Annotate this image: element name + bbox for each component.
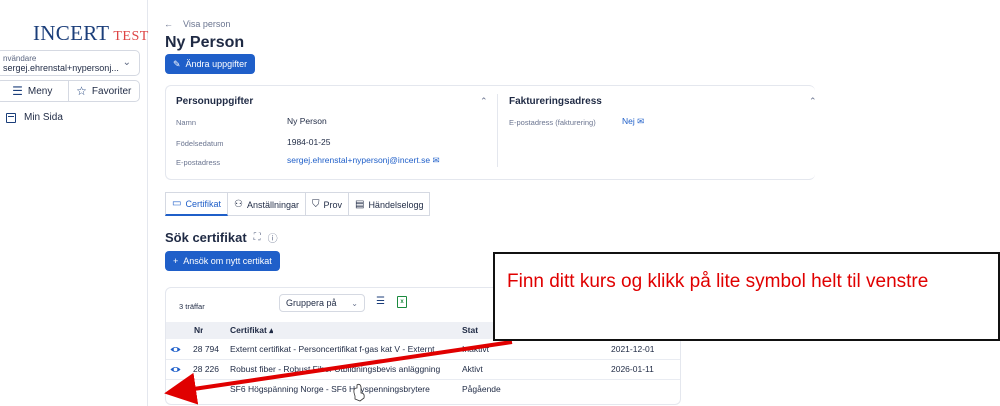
sidebar-item-min-sida[interactable]: Min Sida	[6, 112, 63, 123]
certificate-icon: ▭	[172, 198, 182, 209]
filter-icon[interactable]: ☰	[376, 296, 385, 307]
cell-date: 2021-12-01	[611, 344, 655, 354]
view-eye-icon[interactable]	[170, 344, 181, 355]
billing-email-label: E-postadress (fakturering)	[509, 118, 596, 127]
tab-certifikat[interactable]: ▭ Certifikat	[165, 192, 228, 216]
tab-label: Certifikat	[185, 198, 221, 209]
back-arrow-icon[interactable]: ←	[164, 19, 173, 29]
user-select[interactable]: nvändare sergej.ehrenstal+nypersonj... ⌄	[0, 50, 140, 76]
billing-email-value[interactable]: Nej ✉	[622, 116, 644, 127]
menu-label: Meny	[27, 85, 53, 97]
email-value: sergej.ehrenstal+nypersonj@incert.se	[287, 155, 431, 165]
cell-date: 2026-01-11	[611, 364, 654, 374]
sidebar: INCERT TEST nvändare sergej.ehrenstal+nyp…	[0, 0, 148, 406]
cell-certifikat: Externt certifikat - Personcertifikat f-…	[230, 344, 435, 354]
user-select-value: sergej.ehrenstal+nypersonj...	[3, 63, 119, 73]
cell-nr: 28 226	[193, 364, 219, 374]
billing-email-text: Nej	[622, 116, 635, 126]
search-heading-text: Sök certifikat	[165, 230, 247, 245]
chevron-down-icon: ⌄	[122, 57, 131, 68]
cell-status: Inaktivt	[462, 344, 489, 354]
tab-anstallningar[interactable]: ⚇ Anställningar	[227, 192, 306, 216]
edit-details-label: Ändra uppgifter	[185, 59, 248, 69]
favorites-label: Favoriter	[91, 85, 132, 97]
star-icon: ☆	[76, 84, 87, 98]
sidebar-item-label: Min Sida	[24, 112, 63, 123]
tab-handelselogg[interactable]: ▤ Händelselogg	[348, 192, 431, 216]
edit-details-button[interactable]: ✎ Ändra uppgifter	[165, 54, 256, 74]
pencil-icon: ✎	[173, 58, 181, 69]
personal-section-heading: Personuppgifter	[176, 96, 254, 107]
group-by-select[interactable]: Gruppera på ⌄	[279, 294, 365, 312]
collapse-billing-icon[interactable]: ⌃	[809, 96, 817, 107]
mail-icon: ✉	[637, 116, 645, 126]
dashboard-icon	[6, 112, 16, 123]
log-icon: ▤	[354, 199, 365, 210]
app-logo[interactable]: INCERT TEST	[33, 21, 149, 46]
cell-certifikat: Robust fiber - Robust Fiber Utbildningsb…	[230, 364, 441, 374]
logo-main: INCERT	[33, 21, 110, 45]
employment-icon: ⚇	[233, 199, 243, 210]
favorites-button[interactable]: ☆ Favoriter	[67, 81, 140, 101]
plus-icon: +	[173, 256, 179, 266]
annotation-text: Finn ditt kurs og klikk på lite symbol h…	[507, 271, 929, 292]
menu-favorites-toggle: ☰ Meny ☆ Favoriter	[0, 80, 140, 102]
section-divider	[497, 94, 498, 167]
dob-label: Födelsedatum	[176, 139, 224, 148]
cell-nr: 28 794	[193, 344, 219, 354]
tab-bar: ▭ Certifikat ⚇ Anställningar ⛉ Prov ▤ Hä…	[165, 192, 431, 216]
person-info-card: Personuppgifter ⌃ Namn Ny Person Födelse…	[165, 85, 817, 180]
breadcrumb: ← Visa person	[164, 19, 230, 29]
name-label: Namn	[176, 118, 197, 127]
tab-prov[interactable]: ⛉ Prov	[305, 192, 349, 216]
billing-section-heading: Faktureringsadress	[509, 96, 602, 107]
email-link[interactable]: sergej.ehrenstal+nypersonj@incert.se ✉	[287, 155, 440, 166]
col-certifikat[interactable]: Certifikat ▴	[230, 325, 273, 336]
table-row[interactable]: 28 226 Robust fiber - Robust Fiber Utbil…	[166, 360, 680, 380]
collapse-personal-icon[interactable]: ⌃	[480, 96, 488, 107]
tab-label: Händelselogg	[368, 199, 424, 210]
user-select-label: nvändare	[3, 54, 37, 63]
hit-count: 3 träffar	[179, 302, 205, 311]
hamburger-icon: ☰	[12, 84, 23, 98]
table-row[interactable]: 28 794 Externt certifikat - Personcertif…	[166, 340, 680, 360]
app-window: INCERT TEST nvändare sergej.ehrenstal+nyp…	[0, 0, 1000, 406]
expand-icon[interactable]: ⛶	[254, 232, 261, 243]
cell-status: Aktivt	[462, 364, 483, 374]
tab-label: Anställningar	[246, 199, 299, 210]
logo-env-badge: TEST	[113, 29, 149, 44]
view-eye-icon[interactable]	[170, 384, 181, 395]
apply-certificate-label: Ansök om nytt certikat	[183, 256, 272, 266]
page-title: Ny Person	[165, 34, 245, 51]
exam-icon: ⛉	[311, 199, 320, 210]
excel-export-icon[interactable]: x	[397, 296, 407, 308]
dob-value: 1984-01-25	[287, 137, 331, 147]
cell-certifikat: SF6 Högspänning Norge - SF6 Høyspennings…	[230, 384, 430, 394]
group-by-label: Gruppera på	[286, 298, 337, 308]
menu-button[interactable]: ☰ Meny	[0, 81, 68, 101]
col-nr[interactable]: Nr	[194, 325, 203, 335]
cell-status: Pågående	[462, 384, 501, 394]
search-heading: Sök certifikat ⛶ ⓘ	[165, 230, 278, 245]
apply-certificate-button[interactable]: + Ansök om nytt certikat	[165, 251, 280, 271]
email-label: E-postadress	[176, 158, 221, 167]
breadcrumb-item[interactable]: Visa person	[183, 19, 230, 29]
chevron-down-icon: ⌄	[351, 298, 358, 308]
annotation-callout: Finn ditt kurs og klikk på lite symbol h…	[493, 252, 1000, 341]
table-row[interactable]: SF6 Högspänning Norge - SF6 Høyspennings…	[166, 380, 680, 400]
info-icon[interactable]: ⓘ	[268, 230, 278, 245]
name-value: Ny Person	[287, 116, 327, 126]
view-eye-icon[interactable]	[170, 364, 181, 375]
mail-icon: ✉	[432, 155, 440, 165]
tab-label: Prov	[323, 199, 342, 210]
col-status[interactable]: Stat	[462, 325, 478, 335]
